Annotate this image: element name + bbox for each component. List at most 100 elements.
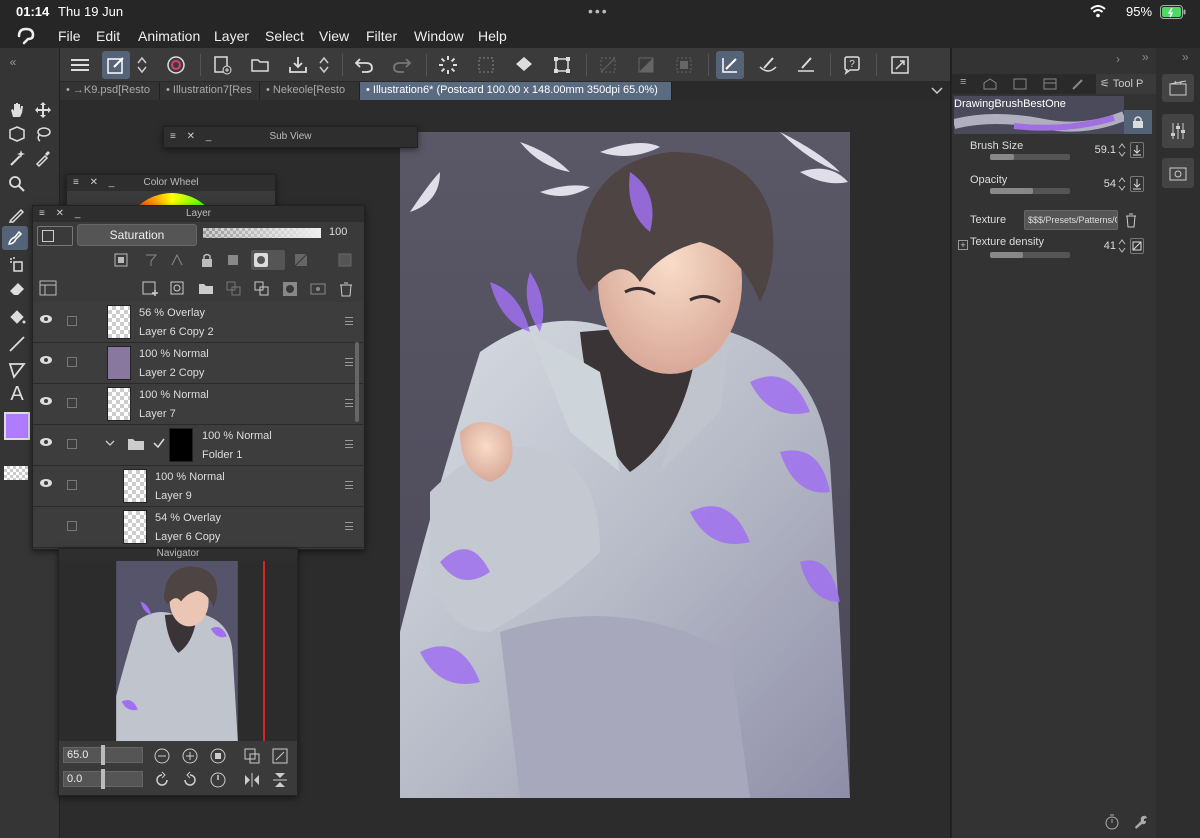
magic-wand-icon[interactable] (4, 146, 30, 170)
brush-size-stepper-icon[interactable] (1118, 142, 1126, 158)
zoom-out-icon[interactable] (153, 747, 171, 765)
invert-selection-icon[interactable] (632, 51, 660, 79)
layer-row[interactable]: 56 % Overlay Layer 6 Copy 2 (33, 302, 363, 343)
mask-icon[interactable] (281, 280, 299, 298)
menu-edit[interactable]: Edit (96, 28, 120, 44)
chevron-right-icon[interactable]: › (1116, 52, 1120, 66)
select-all-icon[interactable] (472, 51, 500, 79)
main-color-swatch[interactable] (4, 412, 30, 440)
flip-vertical-icon[interactable] (271, 771, 289, 789)
pen-tool-icon[interactable] (4, 202, 30, 226)
opacity-slider[interactable] (203, 228, 321, 238)
new-file-icon[interactable] (208, 51, 236, 79)
zoom-reset-icon[interactable] (209, 747, 227, 765)
drag-handle-icon[interactable] (345, 481, 353, 489)
artwork-canvas[interactable] (400, 132, 850, 798)
rotate-right-icon[interactable] (181, 771, 199, 789)
fill-selection-icon[interactable] (510, 51, 538, 79)
tab-illustration7[interactable]: • Illustration7[Res (160, 82, 260, 100)
menu-help[interactable]: Help (478, 28, 507, 44)
menu-select[interactable]: Select (265, 28, 304, 44)
layer-tab-icon[interactable] (1042, 77, 1058, 91)
eyedropper-icon[interactable] (30, 146, 56, 170)
blend-mode-select[interactable]: Saturation (77, 224, 197, 246)
deselect-icon[interactable] (594, 51, 622, 79)
loading-icon[interactable] (434, 51, 462, 79)
frame-tool-icon[interactable] (4, 358, 30, 382)
eraser-tool-icon[interactable] (4, 276, 30, 300)
tab-k9[interactable]: • →K9.psd[Resto (60, 82, 160, 100)
fit-icon[interactable] (243, 747, 261, 765)
menu-view[interactable]: View (319, 28, 349, 44)
lasso-tool-icon[interactable] (30, 122, 56, 146)
color-icon[interactable] (337, 252, 353, 268)
redo-icon[interactable] (388, 51, 416, 79)
brush-tab-icon[interactable] (1070, 77, 1086, 91)
mask-hide-icon[interactable] (293, 252, 309, 268)
snap-grid-icon[interactable] (792, 51, 820, 79)
texture-density-slider[interactable] (990, 252, 1070, 258)
layer-list-scrollbar[interactable] (355, 342, 359, 422)
open-file-icon[interactable] (246, 51, 274, 79)
layer-check[interactable] (67, 521, 77, 531)
object-tool-icon[interactable] (4, 122, 30, 146)
zoom-tool-icon[interactable] (4, 172, 30, 196)
eye-icon[interactable] (39, 396, 53, 406)
tabs-dropdown-icon[interactable] (930, 84, 944, 96)
opacity-pressure-button[interactable] (1130, 176, 1144, 192)
drag-handle-icon[interactable] (345, 317, 353, 325)
menu-window[interactable]: Window (414, 28, 464, 44)
layer-check[interactable] (67, 439, 77, 449)
subtool-tab-icon[interactable] (982, 77, 998, 91)
delete-layer-icon[interactable] (337, 280, 355, 298)
tab-nekeole[interactable]: • Nekeole[Resto (260, 82, 360, 100)
text-tool-icon[interactable]: A (4, 382, 30, 406)
fit-canvas-icon[interactable] (271, 747, 289, 765)
move-tool-icon[interactable] (30, 98, 56, 122)
texture-density-stepper-icon[interactable] (1118, 238, 1126, 254)
drag-handle-icon[interactable] (345, 522, 353, 530)
zoom-slider-thumb[interactable] (101, 745, 105, 765)
trash-icon[interactable] (1124, 212, 1138, 228)
stepper-icon-2[interactable] (316, 51, 332, 79)
tool-property-tab[interactable]: ⚟ Tool P (1096, 74, 1157, 94)
transform-icon[interactable] (548, 51, 576, 79)
ruler-icon[interactable] (309, 280, 327, 298)
wrench-icon[interactable] (1132, 814, 1148, 830)
new-folder-icon[interactable] (197, 280, 215, 298)
crop-icon[interactable] (670, 51, 698, 79)
checkmark-icon[interactable] (153, 437, 165, 449)
chevron-down-icon[interactable] (105, 439, 115, 447)
app-logo-icon[interactable] (16, 27, 36, 45)
expand-plus-icon[interactable]: + (958, 240, 968, 250)
menu-animation[interactable]: Animation (138, 28, 200, 44)
layer-check[interactable] (67, 316, 77, 326)
fullscreen-icon[interactable] (886, 51, 914, 79)
modify-icon[interactable] (102, 51, 130, 79)
multitask-icon[interactable]: ••• (588, 3, 609, 19)
draft-icon[interactable] (169, 252, 185, 268)
sliders-icon[interactable] (1162, 114, 1194, 148)
material-icon[interactable] (1162, 158, 1194, 188)
line-tool-icon[interactable] (4, 332, 30, 356)
eye-icon[interactable] (39, 355, 53, 365)
hand-tool-icon[interactable] (4, 98, 30, 122)
panel-controls-icon[interactable]: ≡ ✕ _ (73, 175, 118, 191)
save-icon[interactable] (284, 51, 312, 79)
texture-field[interactable]: $$$/Presets/Patterns/C (1024, 210, 1118, 230)
help-icon[interactable]: ? (838, 51, 866, 79)
layer-row[interactable]: 100 % Normal Layer 9 (33, 466, 363, 507)
brush-tool-icon[interactable] (2, 226, 28, 250)
menu-layer[interactable]: Layer (214, 28, 249, 44)
lock-transparent-icon[interactable] (225, 252, 241, 268)
eye-icon[interactable] (39, 478, 53, 488)
stepper-icon[interactable] (134, 51, 150, 79)
panel-menu-icon[interactable]: ≡ (960, 76, 966, 88)
collapse-left-icon[interactable]: « (0, 50, 26, 74)
drag-handle-icon[interactable] (345, 358, 353, 366)
layer-row[interactable]: 54 % Overlay Layer 6 Copy (33, 507, 363, 548)
brush-preview[interactable]: DrawingBrushBestOne (954, 96, 1124, 134)
collapse-right-icon[interactable]: » (1182, 50, 1189, 64)
layer-check[interactable] (67, 357, 77, 367)
menu-file[interactable]: File (58, 28, 81, 44)
